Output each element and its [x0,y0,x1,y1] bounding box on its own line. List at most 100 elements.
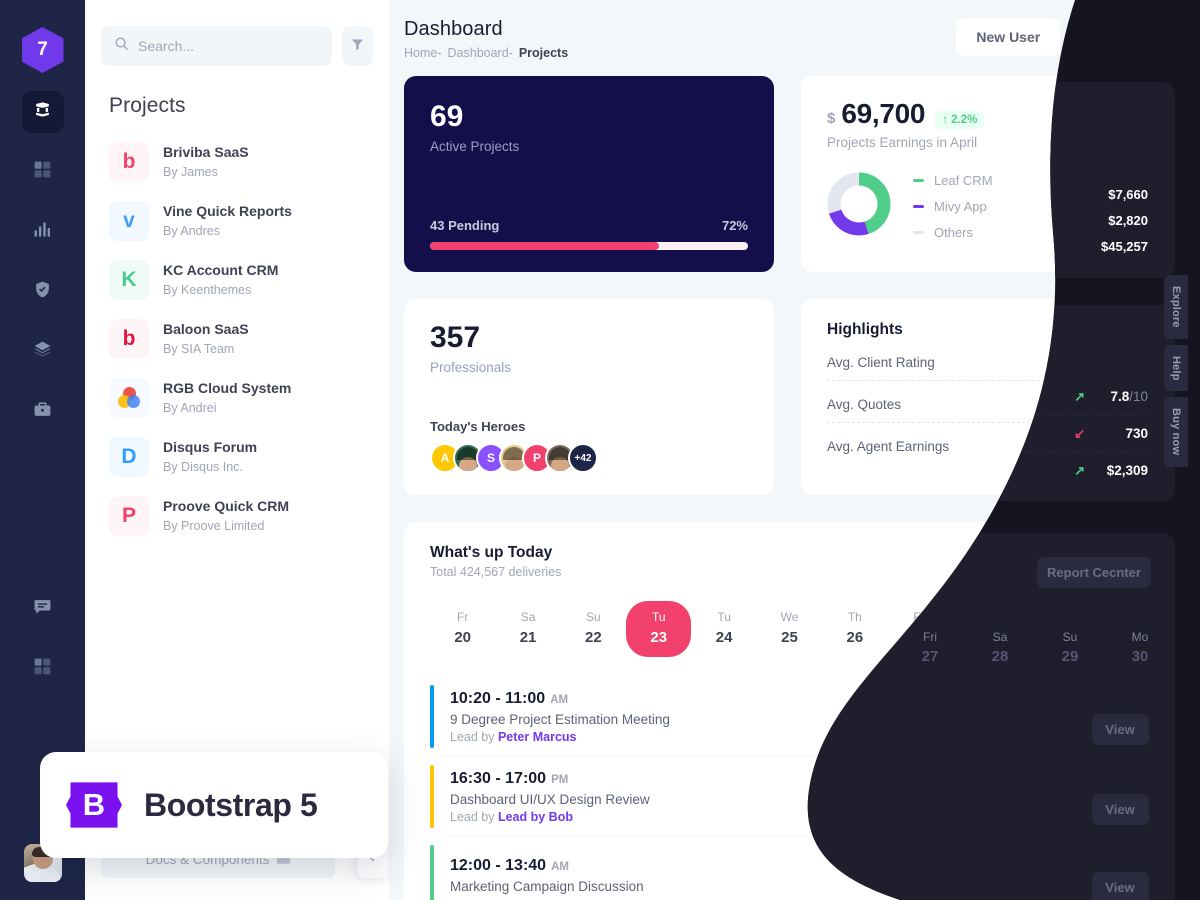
legend-value: $2,820 [1105,198,1145,214]
legend-label: Leaf CRM [934,172,993,188]
day-number: 22 [585,629,602,646]
day-cell[interactable]: Fri 27 [888,601,953,657]
earnings-amount: 69,700 [841,98,926,129]
highlight-row: Avg. Agent Earnings ↗ $2,309 [827,428,1145,465]
event-list: 10:20 - 11:00 AM 9 Degree Project Estimati… [430,677,1149,900]
day-cell-selected[interactable]: Tu 23 [626,601,692,657]
sidebar-item-projects[interactable] [22,391,64,433]
earnings-legend: Leaf CRM $7,660 Mivy App $2,820 Others $45,25… [913,167,1145,245]
project-name: Vine Quick Reports [163,203,292,220]
sidebar-item-layers[interactable] [22,331,64,373]
list-item[interactable]: RGB Cloud System By Andrei [85,368,389,427]
avatar[interactable]: +42 [568,443,598,473]
breadcrumb-item[interactable]: Projects [519,46,568,60]
event-row: 12:00 - 13:40 AM Marketing Campaign Discus… [430,837,1149,900]
project-name: KC Account CRM [163,262,279,279]
bootstrap-mark-letter: B [82,787,106,822]
project-logo: P [109,495,149,536]
day-of-week: Sa [978,610,993,624]
event-color-bar [430,845,434,900]
shield-check-icon [33,280,52,304]
list-item[interactable]: b Baloon SaaS By SIA Team [85,309,389,368]
list-item[interactable]: v Vine Quick Reports By Andres [85,191,389,250]
breadcrumb-item[interactable]: Home- [404,46,442,60]
app-logo[interactable]: 7 [21,27,64,73]
day-number: 24 [715,629,733,646]
day-cell[interactable]: We 25 [757,601,822,657]
bootstrap-logo-icon: B [66,782,122,828]
legend-item: Leaf CRM $7,660 [913,167,1145,193]
search-box[interactable] [101,26,332,66]
day-of-week: Fr [457,610,469,624]
pending-label: 43 Pending [430,218,500,233]
side-tab-explore[interactable]: Explore [1164,275,1188,339]
event-details: 16:30 - 17:00 PM Dashboard UI/UX Design Re… [450,770,1088,824]
project-text: RGB Cloud System By Andrei [163,378,291,416]
sidebar-item-dashboard[interactable] [21,91,64,133]
sidebar-item-grid[interactable] [22,151,64,193]
event-lead: Lead by Peter Marcus [450,729,577,744]
highlight-label: Avg. Client Rating [827,354,935,370]
side-tab-help[interactable]: Help [1164,344,1188,392]
avatar-body [25,868,60,882]
main-content: Dashboard Home- Dashboard- Projects New Us… [389,0,1200,900]
filter-icon [350,37,365,55]
legend-label: Others [934,224,974,240]
event-color-bar [430,685,434,748]
filter-button[interactable] [342,26,373,66]
list-item[interactable]: D Disqus Forum By Disqus Inc. [85,427,389,486]
day-of-week: Sa [520,610,536,624]
grid-icon [33,160,52,184]
project-name: Briviba SaaS [163,144,249,161]
event-details: 10:20 - 11:00 AM 9 Degree Project Estimati… [450,690,1088,744]
event-title: Dashboard UI/UX Design Review [450,791,650,807]
project-logo: K [109,259,149,300]
professionals-card: 357 Professionals Today's Heroes A S P +42 [404,299,774,495]
list-item[interactable]: P Proove Quick CRM By Proove Limited [85,486,389,545]
list-item[interactable]: b Briviba SaaS By James [85,132,389,191]
sidebar-item-analytics[interactable] [22,211,64,253]
search-input[interactable] [138,38,319,54]
list-item[interactable]: K KC Account CRM By Keenthemes [85,250,389,309]
day-number: 23 [650,629,668,646]
earnings-subtitle: Projects Earnings in April [827,135,978,150]
new-goal-button[interactable]: New Goal [1071,18,1175,58]
view-button[interactable]: View [1087,700,1149,733]
view-button[interactable]: View [1087,780,1149,813]
progress-row: 43 Pending 72% [430,218,748,233]
legend-item: Others $45,257 [913,219,1145,245]
day-of-week: Tu [717,610,731,624]
day-cell[interactable]: Sa 21 [495,601,560,657]
event-ampm: PM [551,773,569,786]
active-projects-card: 69 Active Projects 43 Pending 72% [404,76,774,272]
sidebar-item-chat[interactable] [22,588,64,630]
day-cell[interactable]: Fr 20 [430,601,495,657]
project-logo: b [109,141,149,182]
sidebar-item-security[interactable] [22,271,64,313]
briefcase-icon [33,400,52,424]
day-cell[interactable]: Mo 30 [1084,601,1149,657]
day-cell[interactable]: Su 22 [561,601,626,657]
day-cell[interactable]: Tu 24 [691,601,756,657]
legend-swatch [913,204,924,208]
report-center-button[interactable]: Report Cecnter [1027,544,1149,577]
highlight-label: Avg. Quotes [827,396,902,412]
highlight-row: Avg. Quotes ↙ 730 [827,386,1145,423]
grid-two-icon [33,657,52,681]
day-of-week: Tu [651,610,666,624]
new-user-button[interactable]: New User [956,18,1061,56]
day-cell[interactable]: Sa 28 [953,601,1018,657]
whats-up-subtitle: Total 424,567 deliveries [430,565,562,579]
event-title: 9 Degree Project Estimation Meeting [450,711,670,727]
project-name: Baloon SaaS [163,321,249,338]
side-tab-buy-now[interactable]: Buy now [1164,397,1188,467]
day-cell[interactable]: Th 26 [822,601,887,657]
view-button[interactable]: View [1087,860,1149,893]
search-row [85,0,389,66]
sidebar-item-grid-two[interactable] [22,648,64,690]
day-cell[interactable]: Su 29 [1018,601,1083,657]
day-strip: Fr 20 Sa 21 Su 22 Tu 23 Tu 24 We 25 Th 26 Fri 27 Sa 28 Su 2… [430,601,1149,657]
breadcrumb-item[interactable]: Dashboard- [448,46,513,60]
day-number: 26 [846,629,864,646]
